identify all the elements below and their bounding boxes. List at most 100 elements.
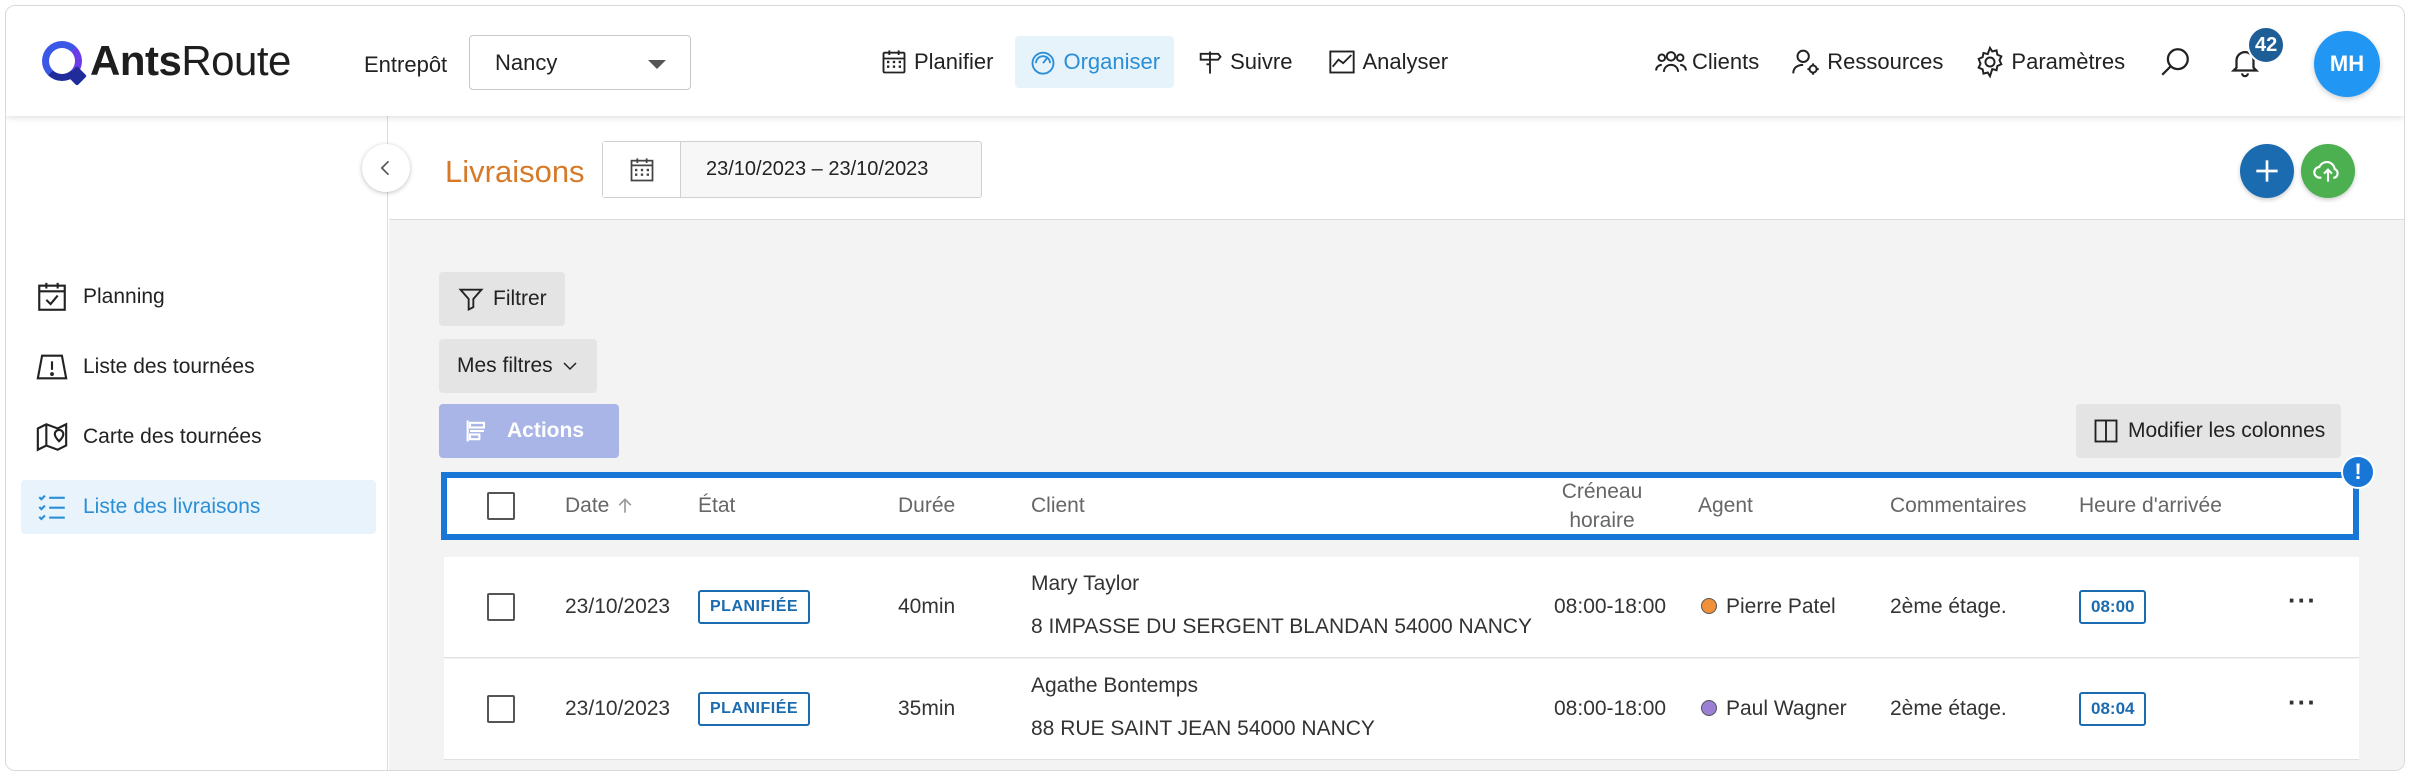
search-icon — [2161, 48, 2190, 76]
filter-icon — [458, 288, 484, 312]
row-client-name: Agathe Bontemps — [1031, 674, 1198, 697]
sidebar-item-planning[interactable]: Planning — [21, 270, 376, 324]
column-header-date[interactable]: Date — [565, 478, 635, 534]
nav-analyser-label: Analyser — [1362, 49, 1449, 74]
main-nav: Planifier Organiser Suivre Analyser — [866, 36, 1462, 88]
row-date: 23/10/2023 — [565, 697, 671, 720]
sidebar-item-route-map[interactable]: Carte des tournées — [21, 410, 376, 464]
content-header: Livraisons 23/10/2023 – 23/10/2023 — [389, 116, 2404, 220]
sidebar-collapse-button[interactable] — [362, 144, 410, 192]
warning-indicator[interactable]: ! — [2341, 455, 2375, 489]
arrival-time-badge: 08:04 — [2079, 692, 2147, 726]
nav-suivre-label: Suivre — [1230, 49, 1293, 74]
user-gear-icon — [1792, 49, 1819, 75]
filter-button[interactable]: Filtrer — [439, 272, 565, 326]
actions-button[interactable]: Actions — [439, 404, 619, 458]
date-range-picker[interactable]: 23/10/2023 – 23/10/2023 — [602, 141, 982, 198]
plus-icon — [2256, 160, 2278, 182]
row-comment: 2ème étage. — [1890, 595, 2007, 618]
sidebar-item-label: Liste des livraisons — [83, 495, 261, 518]
calendar-icon — [882, 50, 906, 74]
actions-label: Actions — [507, 419, 585, 442]
nav-ressources-label: Ressources — [1827, 49, 1944, 74]
signpost-icon — [1199, 51, 1222, 74]
agent-color-dot — [1701, 598, 1717, 614]
sidebar-item-label: Liste des tournées — [83, 355, 255, 378]
row-agent: Paul Wagner — [1726, 697, 1847, 720]
column-header-duration[interactable]: Durée — [898, 478, 955, 534]
columns-icon — [2094, 419, 2118, 443]
warehouse-value: Nancy — [495, 49, 558, 75]
nav-planifier[interactable]: Planifier — [866, 36, 1007, 88]
sidebar-item-route-list[interactable]: Liste des tournées — [21, 340, 376, 394]
notifications-button[interactable]: 42 — [2217, 26, 2286, 88]
chevron-down-icon — [563, 362, 577, 371]
column-date-label: Date — [565, 494, 610, 517]
nav-ressources[interactable]: Ressources — [1781, 36, 1951, 88]
nav-clients-label: Clients — [1692, 49, 1760, 74]
edit-columns-label: Modifier les colonnes — [2128, 419, 2326, 442]
column-header-comments[interactable]: Commentaires — [1890, 478, 2027, 534]
add-delivery-button[interactable] — [2240, 144, 2294, 198]
nav-analyser[interactable]: Analyser — [1314, 36, 1462, 88]
column-header-client[interactable]: Client — [1031, 478, 1085, 534]
my-filters-label: Mes filtres — [457, 354, 553, 377]
cloud-upload-icon — [2313, 160, 2339, 182]
row-checkbox[interactable] — [487, 593, 515, 621]
sidebar-item-label: Planning — [83, 285, 165, 308]
route-warning-icon — [36, 354, 68, 380]
nav-suivre[interactable]: Suivre — [1182, 36, 1306, 88]
antsroute-logo[interactable]: AntsRoute — [42, 36, 291, 86]
row-client-address: 8 IMPASSE DU SERGENT BLANDAN 54000 NANCY — [1031, 615, 1533, 638]
chart-icon — [1329, 50, 1356, 74]
column-header-arrival[interactable]: Heure d'arrivée — [2079, 478, 2222, 534]
select-all-checkbox[interactable] — [487, 492, 515, 520]
sidebar-item-label: Carte des tournées — [83, 425, 262, 448]
user-avatar[interactable]: MH — [2314, 31, 2380, 97]
row-checkbox[interactable] — [487, 695, 515, 723]
filter-button-label: Filtrer — [493, 287, 547, 310]
warehouse-label: Entrepôt — [364, 52, 448, 77]
notifications-badge: 42 — [2247, 26, 2286, 64]
row-client-name: Mary Taylor — [1031, 572, 1140, 595]
nav-organiser-label: Organiser — [1063, 49, 1161, 74]
column-header-slot[interactable]: Créneau horaire — [1557, 478, 1647, 534]
users-icon — [1655, 51, 1687, 72]
my-filters-button[interactable]: Mes filtres — [439, 339, 597, 393]
chevron-left-icon — [380, 160, 390, 176]
row-duration: 40min — [898, 595, 956, 618]
sidebar-item-delivery-list[interactable]: Liste des livraisons — [21, 480, 376, 534]
row-client-address: 88 RUE SAINT JEAN 54000 NANCY — [1031, 717, 1375, 740]
column-header-state[interactable]: État — [698, 478, 735, 534]
calendar-icon — [630, 157, 653, 181]
row-more-button[interactable]: ··· — [2288, 687, 2317, 718]
top-bar: AntsRoute Entrepôt Nancy Planifier Organ… — [6, 6, 2404, 116]
sidebar: Planning Liste des tournées Carte des to… — [6, 116, 388, 770]
right-nav: Clients Ressources Paramètres 42 — [1646, 26, 2286, 88]
nav-parametres[interactable]: Paramètres — [1965, 36, 2133, 88]
nav-parametres-label: Paramètres — [2011, 49, 2126, 74]
table-row[interactable]: 23/10/2023 PLANIFIÉE 35min Agathe Bontem… — [444, 659, 2359, 760]
row-duration: 35min — [898, 697, 956, 720]
edit-columns-button[interactable]: Modifier les colonnes — [2076, 404, 2342, 458]
cloud-upload-button[interactable] — [2301, 144, 2355, 198]
arrival-time-badge: 08:00 — [2079, 590, 2147, 624]
column-header-agent[interactable]: Agent — [1698, 478, 1753, 534]
table-row[interactable]: 23/10/2023 PLANIFIÉE 40min Mary Taylor 8… — [444, 557, 2359, 658]
warehouse-select[interactable]: Nancy — [469, 35, 691, 90]
date-picker-button[interactable] — [603, 142, 681, 197]
page-title: Livraisons — [445, 154, 585, 189]
row-slot: 08:00-18:00 — [1554, 697, 1667, 720]
search-button[interactable] — [2147, 36, 2203, 88]
gear-icon — [1977, 45, 2004, 79]
row-agent: Pierre Patel — [1726, 595, 1836, 618]
speedometer-icon — [1032, 51, 1055, 75]
nav-clients[interactable]: Clients — [1646, 36, 1767, 88]
calendar-check-icon — [38, 282, 66, 311]
chevron-down-icon — [648, 60, 666, 69]
arrow-up-icon — [618, 498, 632, 513]
status-badge: PLANIFIÉE — [698, 692, 811, 726]
actions-icon — [466, 420, 486, 442]
row-more-button[interactable]: ··· — [2288, 585, 2317, 616]
nav-organiser[interactable]: Organiser — [1015, 36, 1175, 88]
